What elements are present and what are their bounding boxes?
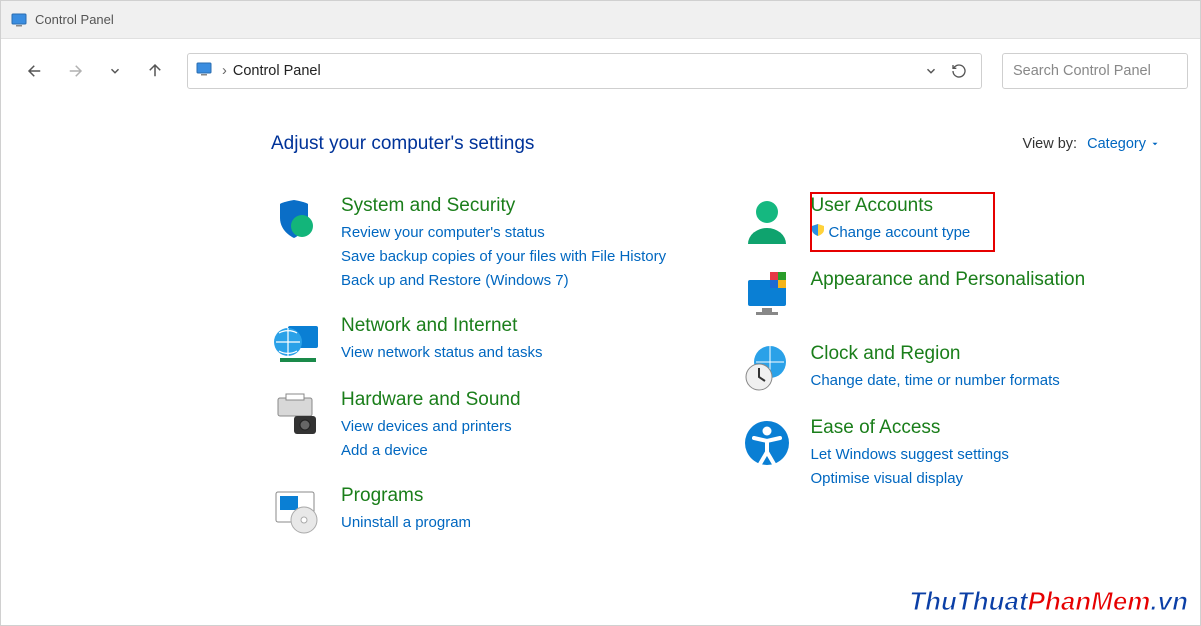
category-link[interactable]: Add a device bbox=[341, 439, 521, 463]
category-hardware-sound: Hardware and Sound View devices and prin… bbox=[271, 389, 691, 463]
up-button[interactable] bbox=[139, 57, 171, 85]
view-by-label: View by: bbox=[1023, 136, 1078, 152]
recent-locations-button[interactable] bbox=[99, 57, 131, 85]
category-appearance: Appearance and Personalisation bbox=[741, 269, 1161, 321]
category-programs: Programs Uninstall a program bbox=[271, 485, 691, 537]
toolbar: › Control Panel bbox=[1, 39, 1200, 103]
control-panel-title-icon bbox=[11, 12, 27, 28]
refresh-button[interactable] bbox=[945, 63, 973, 79]
printer-camera-icon bbox=[271, 389, 323, 441]
category-title[interactable]: Programs bbox=[341, 485, 471, 507]
clock-globe-icon bbox=[741, 343, 793, 395]
back-button[interactable] bbox=[19, 57, 51, 85]
window-title: Control Panel bbox=[35, 12, 114, 27]
category-system-security: System and Security Review your computer… bbox=[271, 195, 691, 293]
category-title[interactable]: Clock and Region bbox=[811, 343, 1060, 365]
category-clock-region: Clock and Region Change date, time or nu… bbox=[741, 343, 1161, 395]
view-by-control[interactable]: View by: Category bbox=[1023, 136, 1160, 152]
globe-icon bbox=[271, 315, 323, 367]
category-title[interactable]: Ease of Access bbox=[811, 417, 1009, 439]
category-ease-of-access: Ease of Access Let Windows suggest setti… bbox=[741, 417, 1161, 491]
category-link[interactable]: View network status and tasks bbox=[341, 341, 543, 365]
chevron-down-icon bbox=[1150, 139, 1160, 149]
category-link[interactable]: Back up and Restore (Windows 7) bbox=[341, 269, 666, 293]
category-title[interactable]: Appearance and Personalisation bbox=[811, 269, 1086, 291]
category-title[interactable]: Network and Internet bbox=[341, 315, 543, 337]
category-link[interactable]: Let Windows suggest settings bbox=[811, 443, 1009, 467]
category-column-left: System and Security Review your computer… bbox=[271, 195, 691, 559]
category-link[interactable]: Review your computer's status bbox=[341, 221, 666, 245]
category-link[interactable]: Optimise visual display bbox=[811, 467, 1009, 491]
search-input[interactable] bbox=[1013, 63, 1177, 79]
monitor-colors-icon bbox=[741, 269, 793, 321]
category-user-accounts: User Accounts Change account type bbox=[741, 195, 1161, 247]
category-link[interactable]: View devices and printers bbox=[341, 415, 521, 439]
uac-shield-icon bbox=[811, 221, 825, 245]
view-by-value: Category bbox=[1087, 136, 1146, 152]
shield-icon bbox=[271, 195, 323, 247]
titlebar: Control Panel bbox=[1, 1, 1200, 39]
category-title[interactable]: System and Security bbox=[341, 195, 666, 217]
control-panel-breadcrumb-icon bbox=[196, 61, 212, 81]
content-area: Adjust your computer's settings View by:… bbox=[1, 103, 1200, 559]
category-column-right: User Accounts Change account type Appear… bbox=[741, 195, 1161, 559]
address-history-button[interactable] bbox=[917, 64, 945, 78]
breadcrumb-separator-icon: › bbox=[222, 63, 227, 79]
watermark: ThuThuatPhanMem.vn bbox=[909, 586, 1188, 617]
category-link[interactable]: Save backup copies of your files with Fi… bbox=[341, 245, 666, 269]
category-title[interactable]: User Accounts bbox=[811, 195, 971, 217]
page-heading: Adjust your computer's settings bbox=[271, 133, 534, 155]
category-link[interactable]: Change account type bbox=[811, 221, 971, 245]
user-icon bbox=[741, 195, 793, 247]
category-link[interactable]: Uninstall a program bbox=[341, 511, 471, 535]
programs-disc-icon bbox=[271, 485, 323, 537]
forward-button[interactable] bbox=[59, 57, 91, 85]
category-title[interactable]: Hardware and Sound bbox=[341, 389, 521, 411]
accessibility-icon bbox=[741, 417, 793, 469]
category-network-internet: Network and Internet View network status… bbox=[271, 315, 691, 367]
category-link[interactable]: Change date, time or number formats bbox=[811, 369, 1060, 393]
breadcrumb-location[interactable]: Control Panel bbox=[233, 63, 321, 79]
address-bar[interactable]: › Control Panel bbox=[187, 53, 982, 89]
search-box[interactable] bbox=[1002, 53, 1188, 89]
